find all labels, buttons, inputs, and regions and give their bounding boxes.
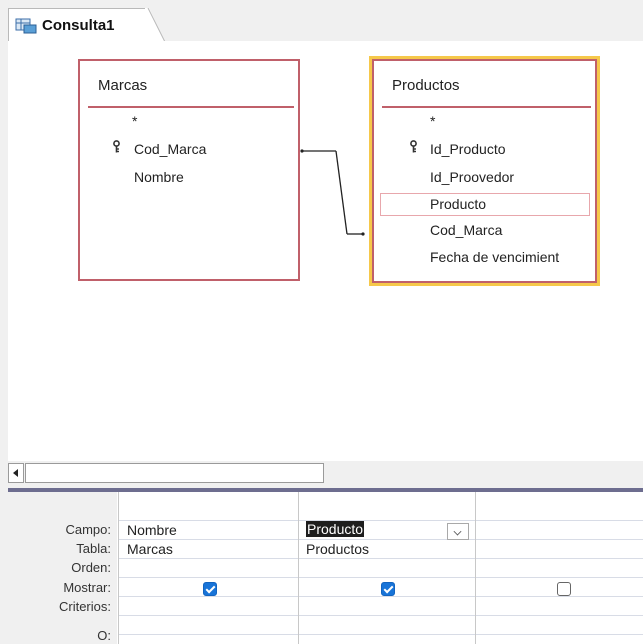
row-label-mostrar: Mostrar:: [63, 580, 111, 595]
row-label-orden: Orden:: [71, 560, 111, 575]
grid-row-labels: Campo: Tabla: Orden: Mostrar: Criterios:…: [8, 492, 117, 644]
table-title-divider: [382, 106, 591, 108]
query-design-surface[interactable]: Marcas * Cod_Marca Nombre Productos * Id…: [8, 41, 643, 461]
row-label-o: O:: [97, 628, 111, 643]
tab-consulta1[interactable]: Consulta1: [8, 8, 148, 42]
query-icon: [15, 18, 37, 34]
field-producto[interactable]: Producto: [380, 193, 590, 216]
campo-cell[interactable]: Nombre: [127, 522, 177, 538]
grid-column-2[interactable]: Producto Productos: [298, 492, 475, 644]
table-title-divider: [88, 106, 294, 108]
document-tab-strip: Consulta1: [0, 0, 643, 42]
mostrar-checkbox[interactable]: [381, 582, 395, 596]
table-productos[interactable]: Productos * Id_Producto Id_Proovedor Pro…: [372, 59, 597, 283]
field-all[interactable]: *: [430, 113, 435, 129]
tab-title: Consulta1: [42, 17, 115, 34]
field-nombre[interactable]: Nombre: [134, 169, 184, 185]
design-surface-horizontal-scrollbar[interactable]: [8, 461, 643, 487]
row-label-tabla: Tabla:: [76, 541, 111, 556]
row-label-campo: Campo:: [65, 522, 111, 537]
table-marcas[interactable]: Marcas * Cod_Marca Nombre: [78, 59, 300, 281]
chevron-down-icon[interactable]: [447, 523, 469, 540]
row-label-criterios: Criterios:: [58, 599, 111, 614]
tabla-cell[interactable]: Productos: [306, 541, 369, 557]
query-design-grid[interactable]: Campo: Tabla: Orden: Mostrar: Criterios:…: [8, 492, 643, 644]
primary-key-icon: [112, 140, 121, 156]
field-cod-marca[interactable]: Cod_Marca: [134, 141, 206, 157]
campo-cell[interactable]: Producto: [306, 521, 365, 537]
field-fecha-de-vencimiento[interactable]: Fecha de vencimient: [430, 249, 559, 265]
tabla-cell[interactable]: Marcas: [127, 541, 173, 557]
primary-key-icon: [409, 140, 418, 156]
table-title: Productos: [392, 77, 460, 94]
field-id-proovedor[interactable]: Id_Proovedor: [430, 169, 514, 185]
grid-column-1[interactable]: Nombre Marcas: [118, 492, 298, 644]
field-all[interactable]: *: [132, 113, 137, 129]
scroll-left-arrow-icon[interactable]: [8, 463, 24, 483]
field-cod-marca[interactable]: Cod_Marca: [430, 222, 502, 238]
scroll-thumb[interactable]: [25, 463, 324, 483]
mostrar-checkbox[interactable]: [203, 582, 217, 596]
mostrar-checkbox[interactable]: [557, 582, 571, 596]
grid-column-3[interactable]: [475, 492, 643, 644]
table-title: Marcas: [98, 77, 148, 94]
tab-edge: [145, 8, 167, 42]
field-id-producto[interactable]: Id_Producto: [430, 141, 506, 157]
table-productos-selection-outline: Productos * Id_Producto Id_Proovedor Pro…: [369, 56, 600, 286]
